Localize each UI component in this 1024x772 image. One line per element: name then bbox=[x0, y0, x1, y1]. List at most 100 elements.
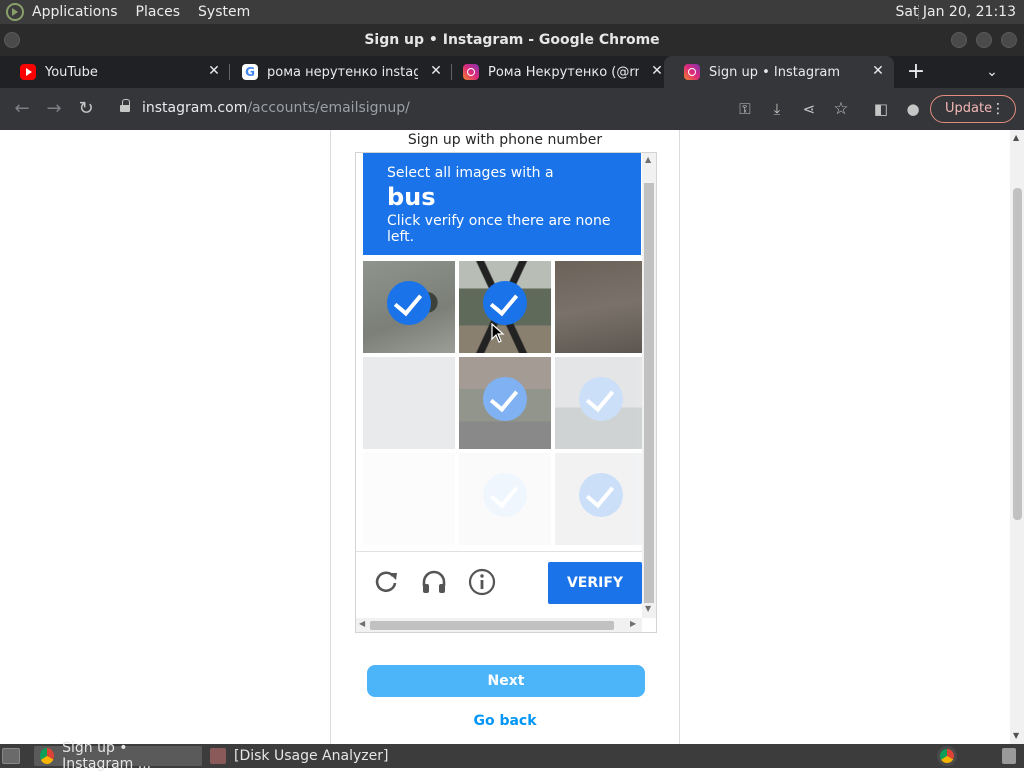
tab-search-chevron-icon[interactable]: ⌄ bbox=[982, 62, 1002, 82]
go-back-link[interactable]: Go back bbox=[331, 713, 679, 729]
new-tab-plus-icon[interactable]: + bbox=[904, 60, 928, 84]
disk-usage-analyzer-icon bbox=[210, 748, 226, 764]
signup-card: Sign up with phone number Select all ima… bbox=[330, 130, 680, 744]
key-icon[interactable]: ⚿ bbox=[733, 97, 757, 121]
captcha-tile-1[interactable] bbox=[363, 261, 455, 353]
browser-toolbar: ← → ↻ instagram.com/accounts/emailsignup… bbox=[0, 88, 1024, 130]
captcha-footer-divider bbox=[356, 551, 642, 552]
tab-close-icon[interactable]: ✕ bbox=[870, 63, 886, 79]
audio-challenge-headphones-icon[interactable] bbox=[419, 567, 449, 597]
close-window-icon[interactable] bbox=[1001, 32, 1017, 48]
window-menu-icon[interactable] bbox=[4, 32, 20, 48]
taskbar-item-label: [Disk Usage Analyzer] bbox=[234, 748, 389, 764]
url-host: instagram.com bbox=[142, 100, 248, 116]
taskbar-item-label: Sign up • Instagram ... bbox=[62, 740, 152, 772]
taskbar-item-chrome[interactable]: Sign up • Instagram ... bbox=[34, 740, 202, 772]
install-app-icon[interactable]: ⤓ bbox=[765, 97, 789, 121]
menu-applications[interactable]: Applications bbox=[32, 4, 118, 20]
scroll-right-arrow-icon[interactable]: ▶ bbox=[630, 619, 636, 628]
side-panel-icon[interactable]: ◧ bbox=[869, 97, 893, 121]
tile-check-icon bbox=[483, 473, 527, 517]
taskbar: Sign up • Instagram ... [Disk Usage Anal… bbox=[0, 740, 1024, 772]
scroll-thumb[interactable] bbox=[644, 183, 654, 603]
tab-instagram-profile[interactable]: Рома Некрутенко (@rnekr ✕ bbox=[443, 56, 673, 88]
captcha-instruction: Select all images with a bbox=[387, 165, 554, 181]
gnome-logo-icon[interactable] bbox=[6, 3, 24, 21]
scroll-left-arrow-icon[interactable]: ◀ bbox=[359, 619, 365, 628]
reload-icon[interactable]: ↻ bbox=[74, 97, 98, 121]
scroll-up-arrow-icon[interactable]: ▲ bbox=[645, 155, 651, 164]
tray-chrome-icon[interactable] bbox=[937, 746, 957, 766]
captcha-tile-3[interactable] bbox=[555, 261, 647, 353]
tab-strip: YouTube ✕ G рома нерутенко instagram ✕ Р… bbox=[0, 56, 1024, 88]
window-title-bar[interactable]: Sign up • Instagram - Google Chrome bbox=[0, 24, 1024, 56]
taskbar-item-disk-usage[interactable]: [Disk Usage Analyzer] bbox=[204, 746, 404, 766]
captcha-tile-9[interactable] bbox=[555, 453, 647, 545]
tab-close-icon[interactable]: ✕ bbox=[428, 63, 444, 79]
scroll-down-arrow-icon[interactable]: ▼ bbox=[1013, 731, 1019, 740]
google-icon: G bbox=[242, 64, 258, 80]
mouse-cursor-icon bbox=[491, 323, 505, 343]
scroll-thumb[interactable] bbox=[1013, 188, 1022, 520]
tab-google-search[interactable]: G рома нерутенко instagram ✕ bbox=[222, 56, 452, 88]
bookmark-star-icon[interactable]: ☆ bbox=[829, 97, 853, 121]
next-button[interactable]: Next bbox=[367, 665, 645, 697]
update-label: Update bbox=[945, 101, 993, 116]
tab-youtube[interactable]: YouTube ✕ bbox=[0, 56, 230, 88]
instagram-icon bbox=[463, 64, 479, 80]
tab-label: Рома Некрутенко (@rnekr bbox=[488, 64, 639, 80]
scroll-up-arrow-icon[interactable]: ▲ bbox=[1013, 133, 1019, 142]
phone-signup-link[interactable]: Sign up with phone number bbox=[331, 132, 679, 148]
chrome-menu-icon[interactable]: ⋮ bbox=[991, 96, 1005, 122]
top-panel: Applications Places System Sat Jan 20, 2… bbox=[0, 0, 1024, 24]
captcha-header: Select all images with a bus Click verif… bbox=[363, 153, 641, 255]
captcha-tile-5[interactable] bbox=[459, 357, 551, 449]
tab-label: рома нерутенко instagram bbox=[267, 64, 418, 80]
verify-button[interactable]: VERIFY bbox=[548, 562, 642, 604]
info-icon[interactable] bbox=[467, 567, 497, 597]
captcha-tile-2[interactable] bbox=[459, 261, 551, 353]
menu-places[interactable]: Places bbox=[136, 4, 181, 20]
captcha-hint: Click verify once there are none left. bbox=[387, 213, 611, 245]
tile-check-icon bbox=[579, 473, 623, 517]
lock-icon[interactable] bbox=[120, 99, 130, 114]
maximize-icon[interactable] bbox=[976, 32, 992, 48]
chrome-icon bbox=[40, 748, 55, 764]
update-button[interactable]: Update ⋮ bbox=[930, 95, 1016, 123]
share-icon[interactable]: ⋖ bbox=[797, 97, 821, 121]
tile-check-icon bbox=[387, 281, 431, 325]
captcha-tile-6[interactable] bbox=[555, 357, 647, 449]
captcha-vertical-scrollbar[interactable]: ▲ ▼ bbox=[642, 153, 656, 618]
captcha-target-object: bus bbox=[387, 183, 436, 211]
tab-close-icon[interactable]: ✕ bbox=[649, 63, 665, 79]
scroll-down-arrow-icon[interactable]: ▼ bbox=[645, 604, 651, 613]
menu-system[interactable]: System bbox=[198, 4, 250, 20]
tab-close-icon[interactable]: ✕ bbox=[206, 63, 222, 79]
profile-avatar-icon[interactable]: ● bbox=[901, 97, 925, 121]
minimize-icon[interactable] bbox=[951, 32, 967, 48]
tile-check-icon bbox=[483, 281, 527, 325]
instagram-icon bbox=[684, 64, 700, 80]
tab-instagram-signup[interactable]: Sign up • Instagram ✕ bbox=[664, 56, 894, 88]
tab-label: Sign up • Instagram bbox=[709, 64, 841, 80]
captcha-horizontal-scrollbar[interactable]: ◀ ▶ bbox=[356, 618, 642, 632]
tile-check-icon bbox=[579, 377, 623, 421]
page-content: Sign up with phone number Select all ima… bbox=[0, 130, 1024, 744]
show-desktop-icon[interactable] bbox=[2, 748, 20, 764]
clock[interactable]: Sat Jan 20, 21:13 bbox=[896, 4, 1017, 20]
url-text[interactable]: instagram.com/accounts/emailsignup/ bbox=[142, 100, 410, 116]
youtube-icon bbox=[20, 64, 36, 80]
captcha-tile-8[interactable] bbox=[459, 453, 551, 545]
reload-challenge-icon[interactable] bbox=[371, 567, 401, 597]
forward-arrow-icon[interactable]: → bbox=[42, 97, 66, 121]
back-arrow-icon[interactable]: ← bbox=[10, 97, 34, 121]
trash-icon[interactable] bbox=[1002, 748, 1016, 764]
page-scrollbar[interactable]: ▲ ▼ bbox=[1010, 130, 1024, 744]
tab-label: YouTube bbox=[45, 64, 98, 80]
scroll-thumb[interactable] bbox=[370, 621, 614, 630]
captcha-frame: Select all images with a bus Click verif… bbox=[355, 152, 657, 633]
captcha-tile-7[interactable] bbox=[363, 453, 455, 545]
url-path: /accounts/emailsignup/ bbox=[247, 100, 410, 116]
captcha-tile-4[interactable] bbox=[363, 357, 455, 449]
tile-check-icon bbox=[483, 377, 527, 421]
